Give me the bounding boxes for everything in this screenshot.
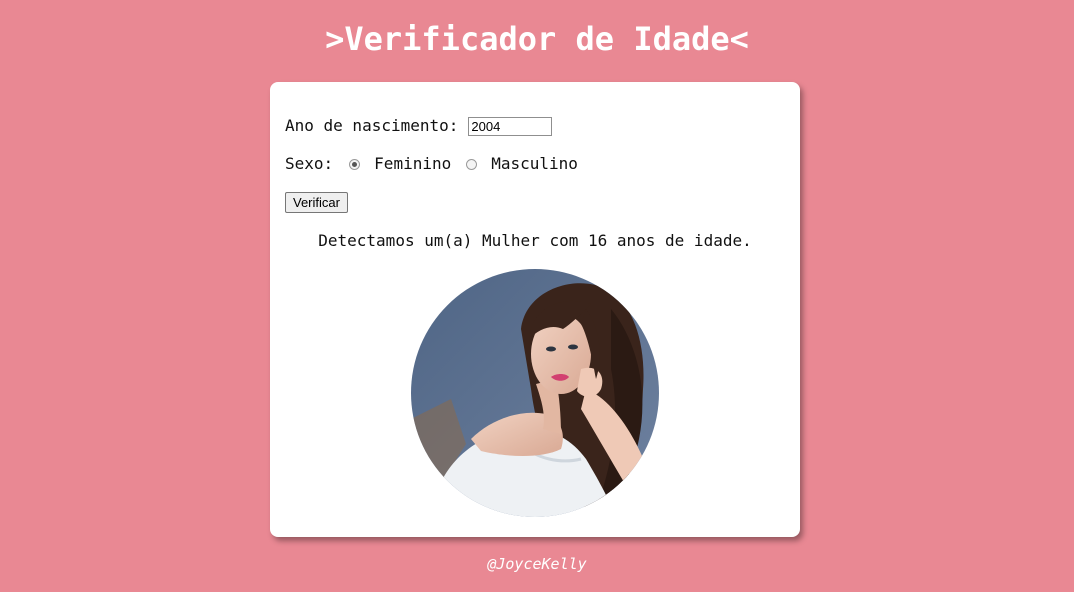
verifier-card: Ano de nascimento: Sexo: Feminino Mascul… <box>270 82 800 537</box>
radio-masculino[interactable] <box>466 158 478 170</box>
sex-row: Sexo: Feminino Masculino <box>285 154 578 174</box>
radio-feminino-label[interactable]: Feminino <box>374 154 451 174</box>
radio-feminino[interactable] <box>349 158 361 170</box>
footer-credit: @JoyceKelly <box>487 555 587 573</box>
result-text: Detectamos um(a) Mulher com 16 anos de i… <box>318 231 752 250</box>
verify-button[interactable]: Verificar <box>285 192 348 213</box>
woman-photo-illustration <box>411 269 659 517</box>
woman-photo <box>411 269 659 517</box>
page-title: >Verificador de Idade< <box>325 20 749 58</box>
radio-masculino-label[interactable]: Masculino <box>491 154 578 174</box>
birth-year-input[interactable] <box>468 116 553 136</box>
birth-year-row: Ano de nascimento: <box>285 116 553 136</box>
sex-label: Sexo: <box>285 154 334 173</box>
birth-year-label: Ano de nascimento: <box>285 116 459 135</box>
